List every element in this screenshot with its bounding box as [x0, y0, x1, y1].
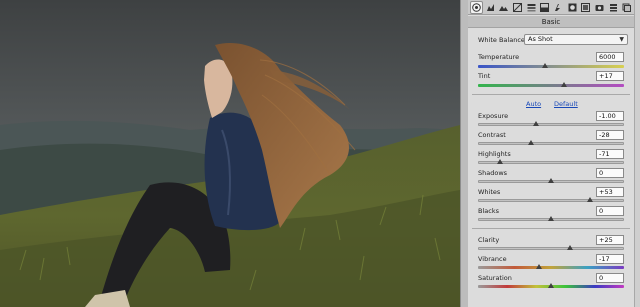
contrast-slider-thumb[interactable] — [527, 140, 534, 145]
snapshots-icon[interactable] — [620, 1, 633, 14]
shadows-slider-thumb[interactable] — [548, 178, 554, 183]
panel-toolbar — [468, 0, 634, 15]
saturation-label: Saturation — [478, 274, 512, 282]
blacks-slider-thumb[interactable] — [548, 216, 554, 221]
white-balance-value: As Shot — [528, 35, 553, 43]
section-divider — [472, 228, 630, 229]
exposure-slider[interactable] — [478, 123, 624, 126]
clarity-label: Clarity — [478, 236, 500, 244]
presets-icon[interactable] — [607, 1, 620, 14]
vibrance-label: Vibrance — [478, 255, 507, 263]
temperature-field[interactable]: 6000 — [596, 52, 624, 62]
highlights-slider-thumb[interactable] — [496, 159, 503, 164]
mountains-icon[interactable] — [497, 1, 510, 14]
white-balance-label: White Balance: — [478, 36, 528, 44]
tint-label: Tint — [478, 72, 491, 80]
panel-splitter[interactable] — [460, 0, 468, 307]
tint-field[interactable]: +17 — [596, 71, 624, 81]
highlights-label: Highlights — [478, 150, 511, 158]
shadows-field[interactable]: 0 — [596, 168, 624, 178]
effects-icon[interactable] — [579, 1, 592, 14]
shadows-label: Shadows — [478, 169, 508, 177]
whites-label: Whites — [478, 188, 501, 196]
camera-raw-window: Basic White Balance: As Shot ▼ Temperatu… — [0, 0, 640, 307]
tint-slider[interactable] — [478, 84, 624, 87]
tone-curve-icon[interactable] — [511, 1, 524, 14]
exposure-label: Exposure — [478, 112, 509, 120]
preview-image — [0, 0, 460, 307]
tint-slider-thumb[interactable] — [561, 82, 568, 87]
contrast-field[interactable]: -28 — [596, 130, 624, 140]
adjustments-panel: Basic White Balance: As Shot ▼ Temperatu… — [468, 0, 634, 307]
whites-field[interactable]: +53 — [596, 187, 624, 197]
white-balance-select[interactable]: As Shot ▼ — [524, 34, 628, 45]
highlights-field[interactable]: -71 — [596, 149, 624, 159]
auto-link[interactable]: Auto — [526, 100, 541, 108]
histogram-icon[interactable] — [484, 1, 497, 14]
blacks-field[interactable]: 0 — [596, 206, 624, 216]
aperture-icon[interactable] — [470, 0, 483, 14]
clarity-field[interactable]: +25 — [596, 235, 624, 245]
blacks-label: Blacks — [478, 207, 499, 215]
whites-slider-thumb[interactable] — [587, 197, 594, 202]
contrast-slider[interactable] — [478, 142, 624, 145]
exposure-slider-thumb[interactable] — [533, 121, 540, 126]
camera-calibration-icon[interactable] — [593, 1, 606, 14]
whites-slider[interactable] — [478, 199, 624, 202]
temperature-slider[interactable] — [478, 65, 624, 68]
temperature-slider-thumb[interactable] — [542, 63, 549, 68]
exposure-field[interactable]: -1.00 — [596, 111, 624, 121]
temperature-label: Temperature — [478, 53, 520, 61]
default-link[interactable]: Default — [554, 100, 578, 108]
chevron-down-icon: ▼ — [619, 36, 624, 43]
clarity-slider[interactable] — [478, 247, 624, 250]
split-toning-icon[interactable] — [538, 1, 551, 14]
contrast-label: Contrast — [478, 131, 506, 139]
lens-icon[interactable] — [566, 1, 579, 14]
vibrance-field[interactable]: -17 — [596, 254, 624, 264]
clarity-slider-thumb[interactable] — [566, 245, 573, 250]
saturation-slider-thumb[interactable] — [548, 283, 554, 288]
section-divider — [472, 94, 630, 95]
hsl-icon[interactable] — [525, 1, 538, 14]
photo-preview[interactable] — [0, 0, 460, 307]
vibrance-slider[interactable] — [478, 266, 624, 269]
detail-icon[interactable] — [552, 1, 565, 14]
panel-title: Basic — [468, 16, 634, 28]
panel-scrollbar[interactable] — [634, 0, 640, 307]
vibrance-slider-thumb[interactable] — [536, 264, 543, 269]
saturation-field[interactable]: 0 — [596, 273, 624, 283]
